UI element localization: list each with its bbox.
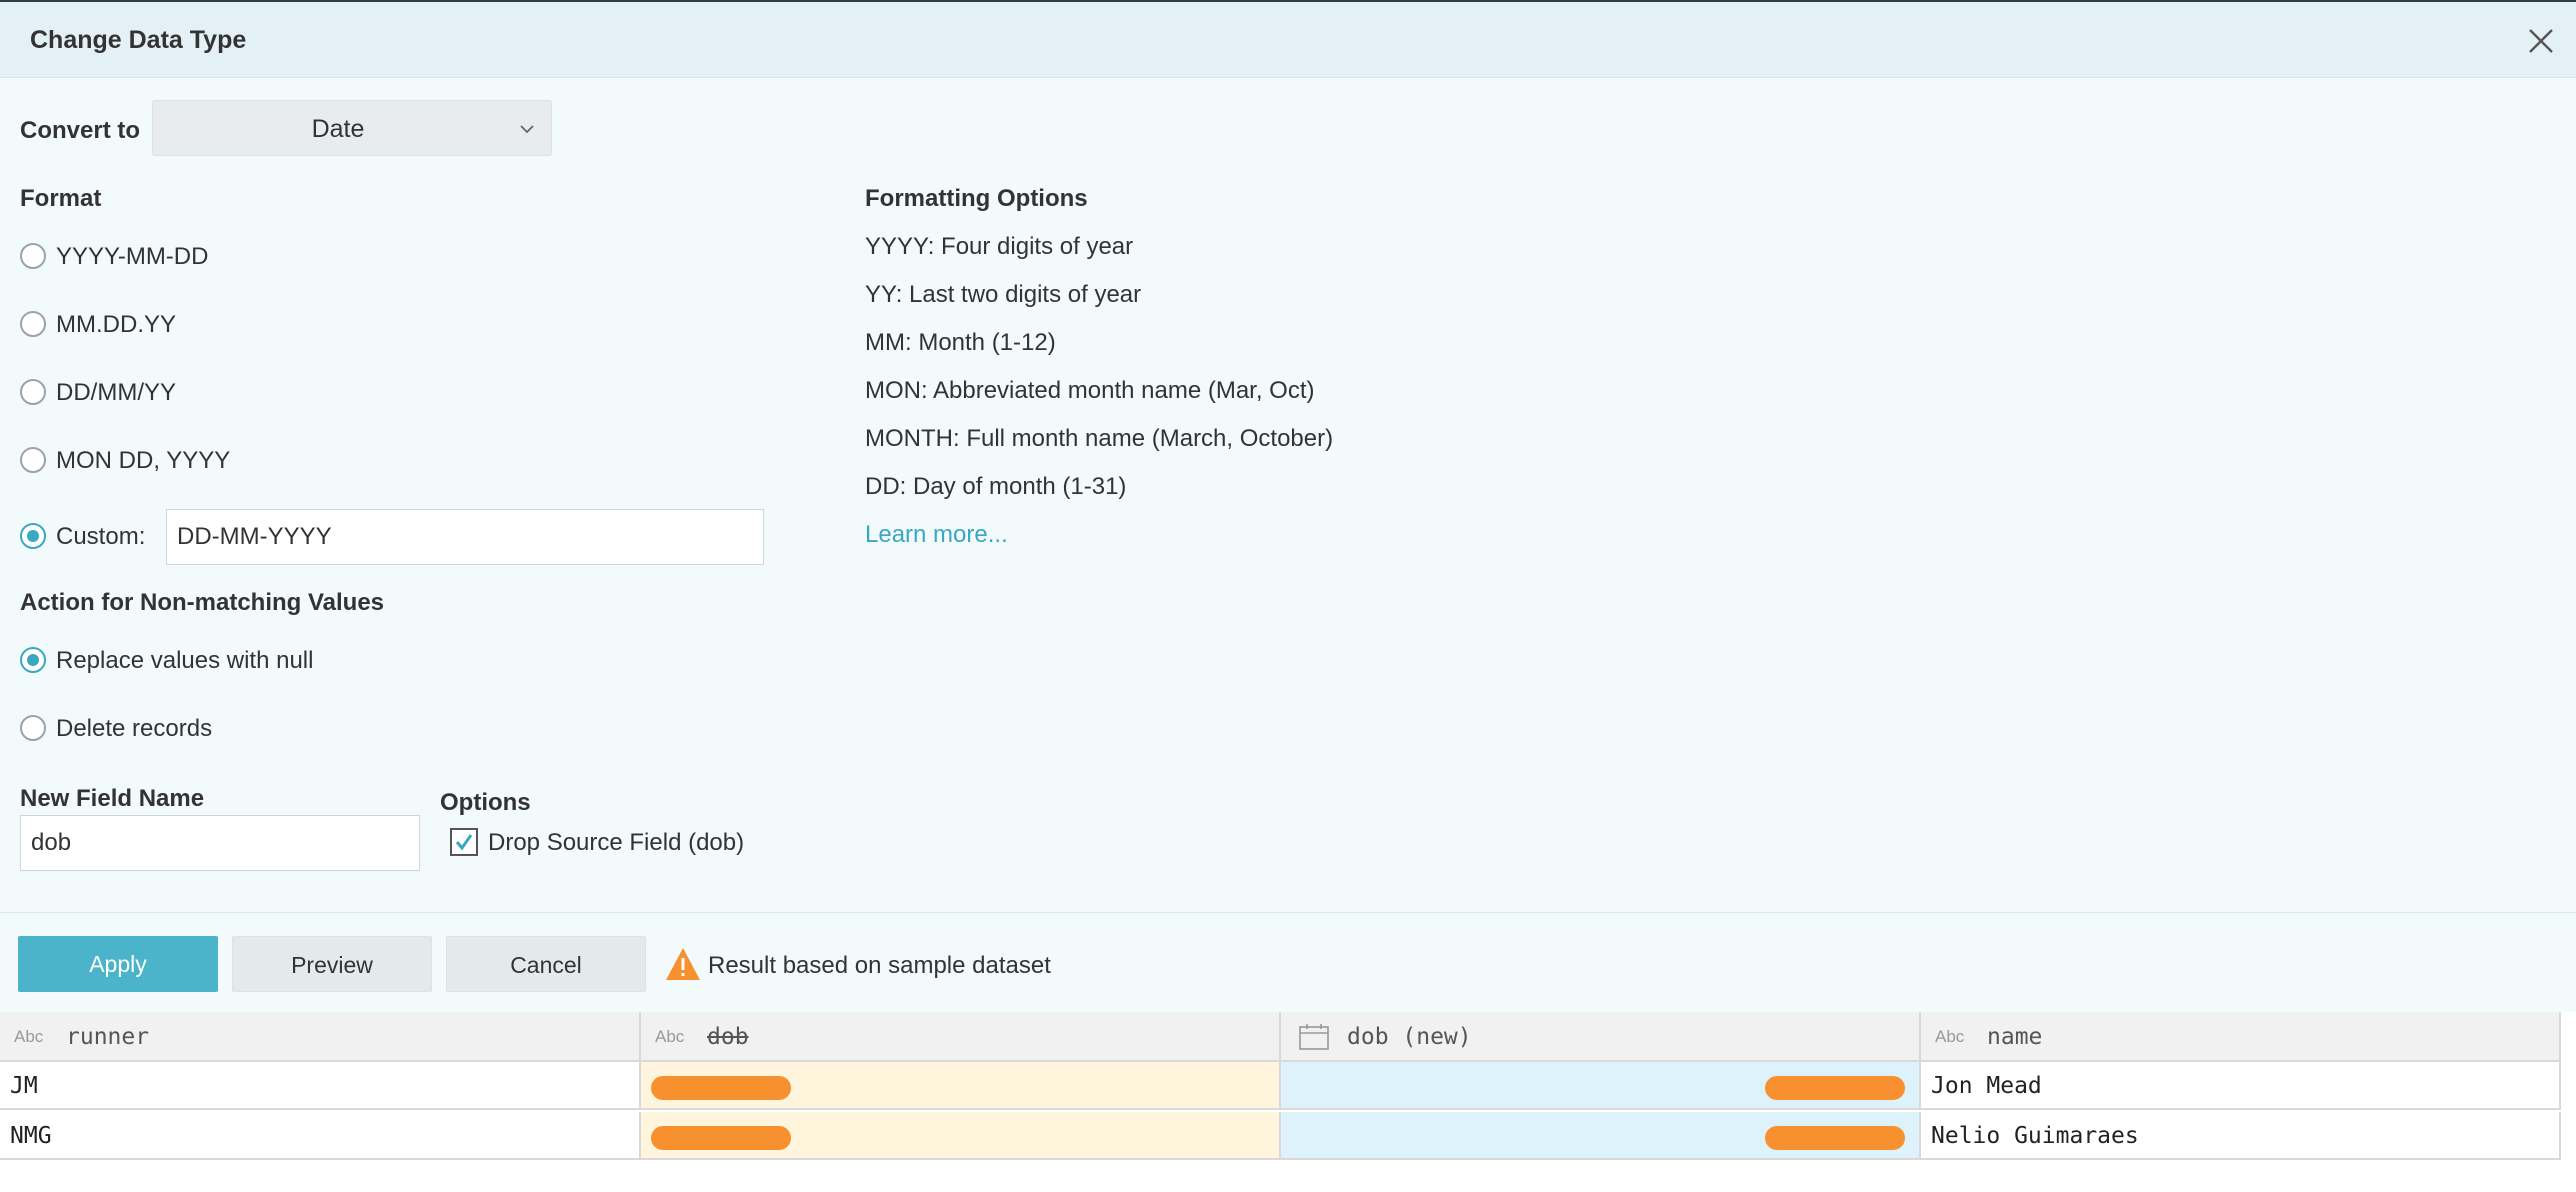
format-radio-dd-mm-yy[interactable]: [20, 379, 46, 405]
new-field-name-heading: New Field Name: [20, 785, 205, 812]
column-header-dob[interactable]: Abc dob: [641, 1012, 1281, 1062]
close-icon[interactable]: [2524, 24, 2558, 58]
format-radio-custom[interactable]: [20, 523, 46, 549]
table-cell-name: Nelio Guimaraes: [1921, 1112, 2561, 1160]
non-matching-heading: Action for Non-matching Values: [20, 589, 385, 616]
column-name: dob (new): [1347, 1024, 1472, 1050]
table-cell-dob-new: [1281, 1112, 1921, 1160]
formatting-option-line: MM: Month (1-12): [865, 329, 1056, 356]
calendar-icon: [1299, 1024, 1329, 1050]
format-radio-mm-dd-yy[interactable]: [20, 311, 46, 337]
replace-null-radio[interactable]: [20, 647, 46, 673]
type-abc-icon: Abc: [1935, 1027, 1965, 1046]
format-option-label: MON DD, YYYY: [56, 447, 231, 474]
preview-button[interactable]: Preview: [232, 936, 432, 992]
formatting-option-line: YYYY: Four digits of year: [865, 233, 1134, 260]
format-radio-mon-dd-yyyy[interactable]: [20, 447, 46, 473]
type-abc-icon: Abc: [655, 1027, 685, 1046]
format-heading: Format: [20, 185, 102, 212]
chevron-down-icon: [520, 125, 534, 134]
convert-to-label: Convert to: [20, 117, 140, 144]
column-header-runner[interactable]: Abc runner: [0, 1012, 641, 1062]
delete-records-radio[interactable]: [20, 715, 46, 741]
table-cell-dob: [641, 1112, 1281, 1160]
convert-to-value: Date: [311, 115, 365, 143]
divider: [0, 912, 2576, 913]
table-cell-name: Jon Mead: [1921, 1062, 2561, 1110]
check-icon: [455, 834, 473, 851]
format-radio-yyyy-mm-dd[interactable]: [20, 243, 46, 269]
dialog-title: Change Data Type: [30, 26, 247, 54]
formatting-options-heading: Formatting Options: [865, 185, 1088, 212]
table-cell-runner: JM: [0, 1062, 641, 1110]
redaction-mark: [1765, 1076, 1905, 1100]
column-name: dob: [707, 1024, 749, 1050]
new-field-name-input[interactable]: dob: [20, 815, 420, 871]
format-option-label: MM.DD.YY: [56, 311, 176, 338]
drop-source-checkbox[interactable]: [450, 828, 478, 856]
options-heading: Options: [440, 789, 531, 816]
redaction-mark: [651, 1126, 791, 1150]
learn-more-link[interactable]: Learn more...: [865, 521, 1008, 549]
cancel-button[interactable]: Cancel: [446, 936, 646, 992]
table-cell-dob-new: [1281, 1062, 1921, 1110]
column-header-dob-new[interactable]: dob (new): [1281, 1012, 1921, 1062]
replace-null-label: Replace values with null: [56, 647, 314, 674]
preview-table: Abc runner Abc dob dob (new) Abc name JM…: [0, 1012, 2576, 1192]
format-option-label: YYYY-MM-DD: [56, 243, 209, 270]
column-name: name: [1987, 1024, 2043, 1050]
formatting-option-line: DD: Day of month (1-31): [865, 473, 1127, 500]
redaction-mark: [651, 1076, 791, 1100]
warning-text: Result based on sample dataset: [708, 952, 1051, 979]
dialog-header: Change Data Type: [0, 2, 2576, 78]
drop-source-label: Drop Source Field (dob): [488, 829, 745, 856]
table-cell-dob: [641, 1062, 1281, 1110]
custom-format-input[interactable]: DD-MM-YYYY: [166, 509, 764, 565]
column-header-name[interactable]: Abc name: [1921, 1012, 2561, 1062]
delete-records-label: Delete records: [56, 715, 213, 742]
apply-button[interactable]: Apply: [18, 936, 218, 992]
custom-label: Custom:: [56, 523, 146, 550]
redaction-mark: [1765, 1126, 1905, 1150]
convert-to-select[interactable]: Date: [152, 100, 552, 156]
type-abc-icon: Abc: [14, 1027, 44, 1046]
format-option-label: DD/MM/YY: [56, 379, 176, 406]
formatting-option-line: MONTH: Full month name (March, October): [865, 425, 1334, 452]
column-name: runner: [66, 1024, 150, 1050]
warning-icon: [666, 948, 700, 980]
formatting-option-line: YY: Last two digits of year: [865, 281, 1142, 308]
formatting-option-line: MON: Abbreviated month name (Mar, Oct): [865, 377, 1315, 404]
table-cell-runner: NMG: [0, 1112, 641, 1160]
